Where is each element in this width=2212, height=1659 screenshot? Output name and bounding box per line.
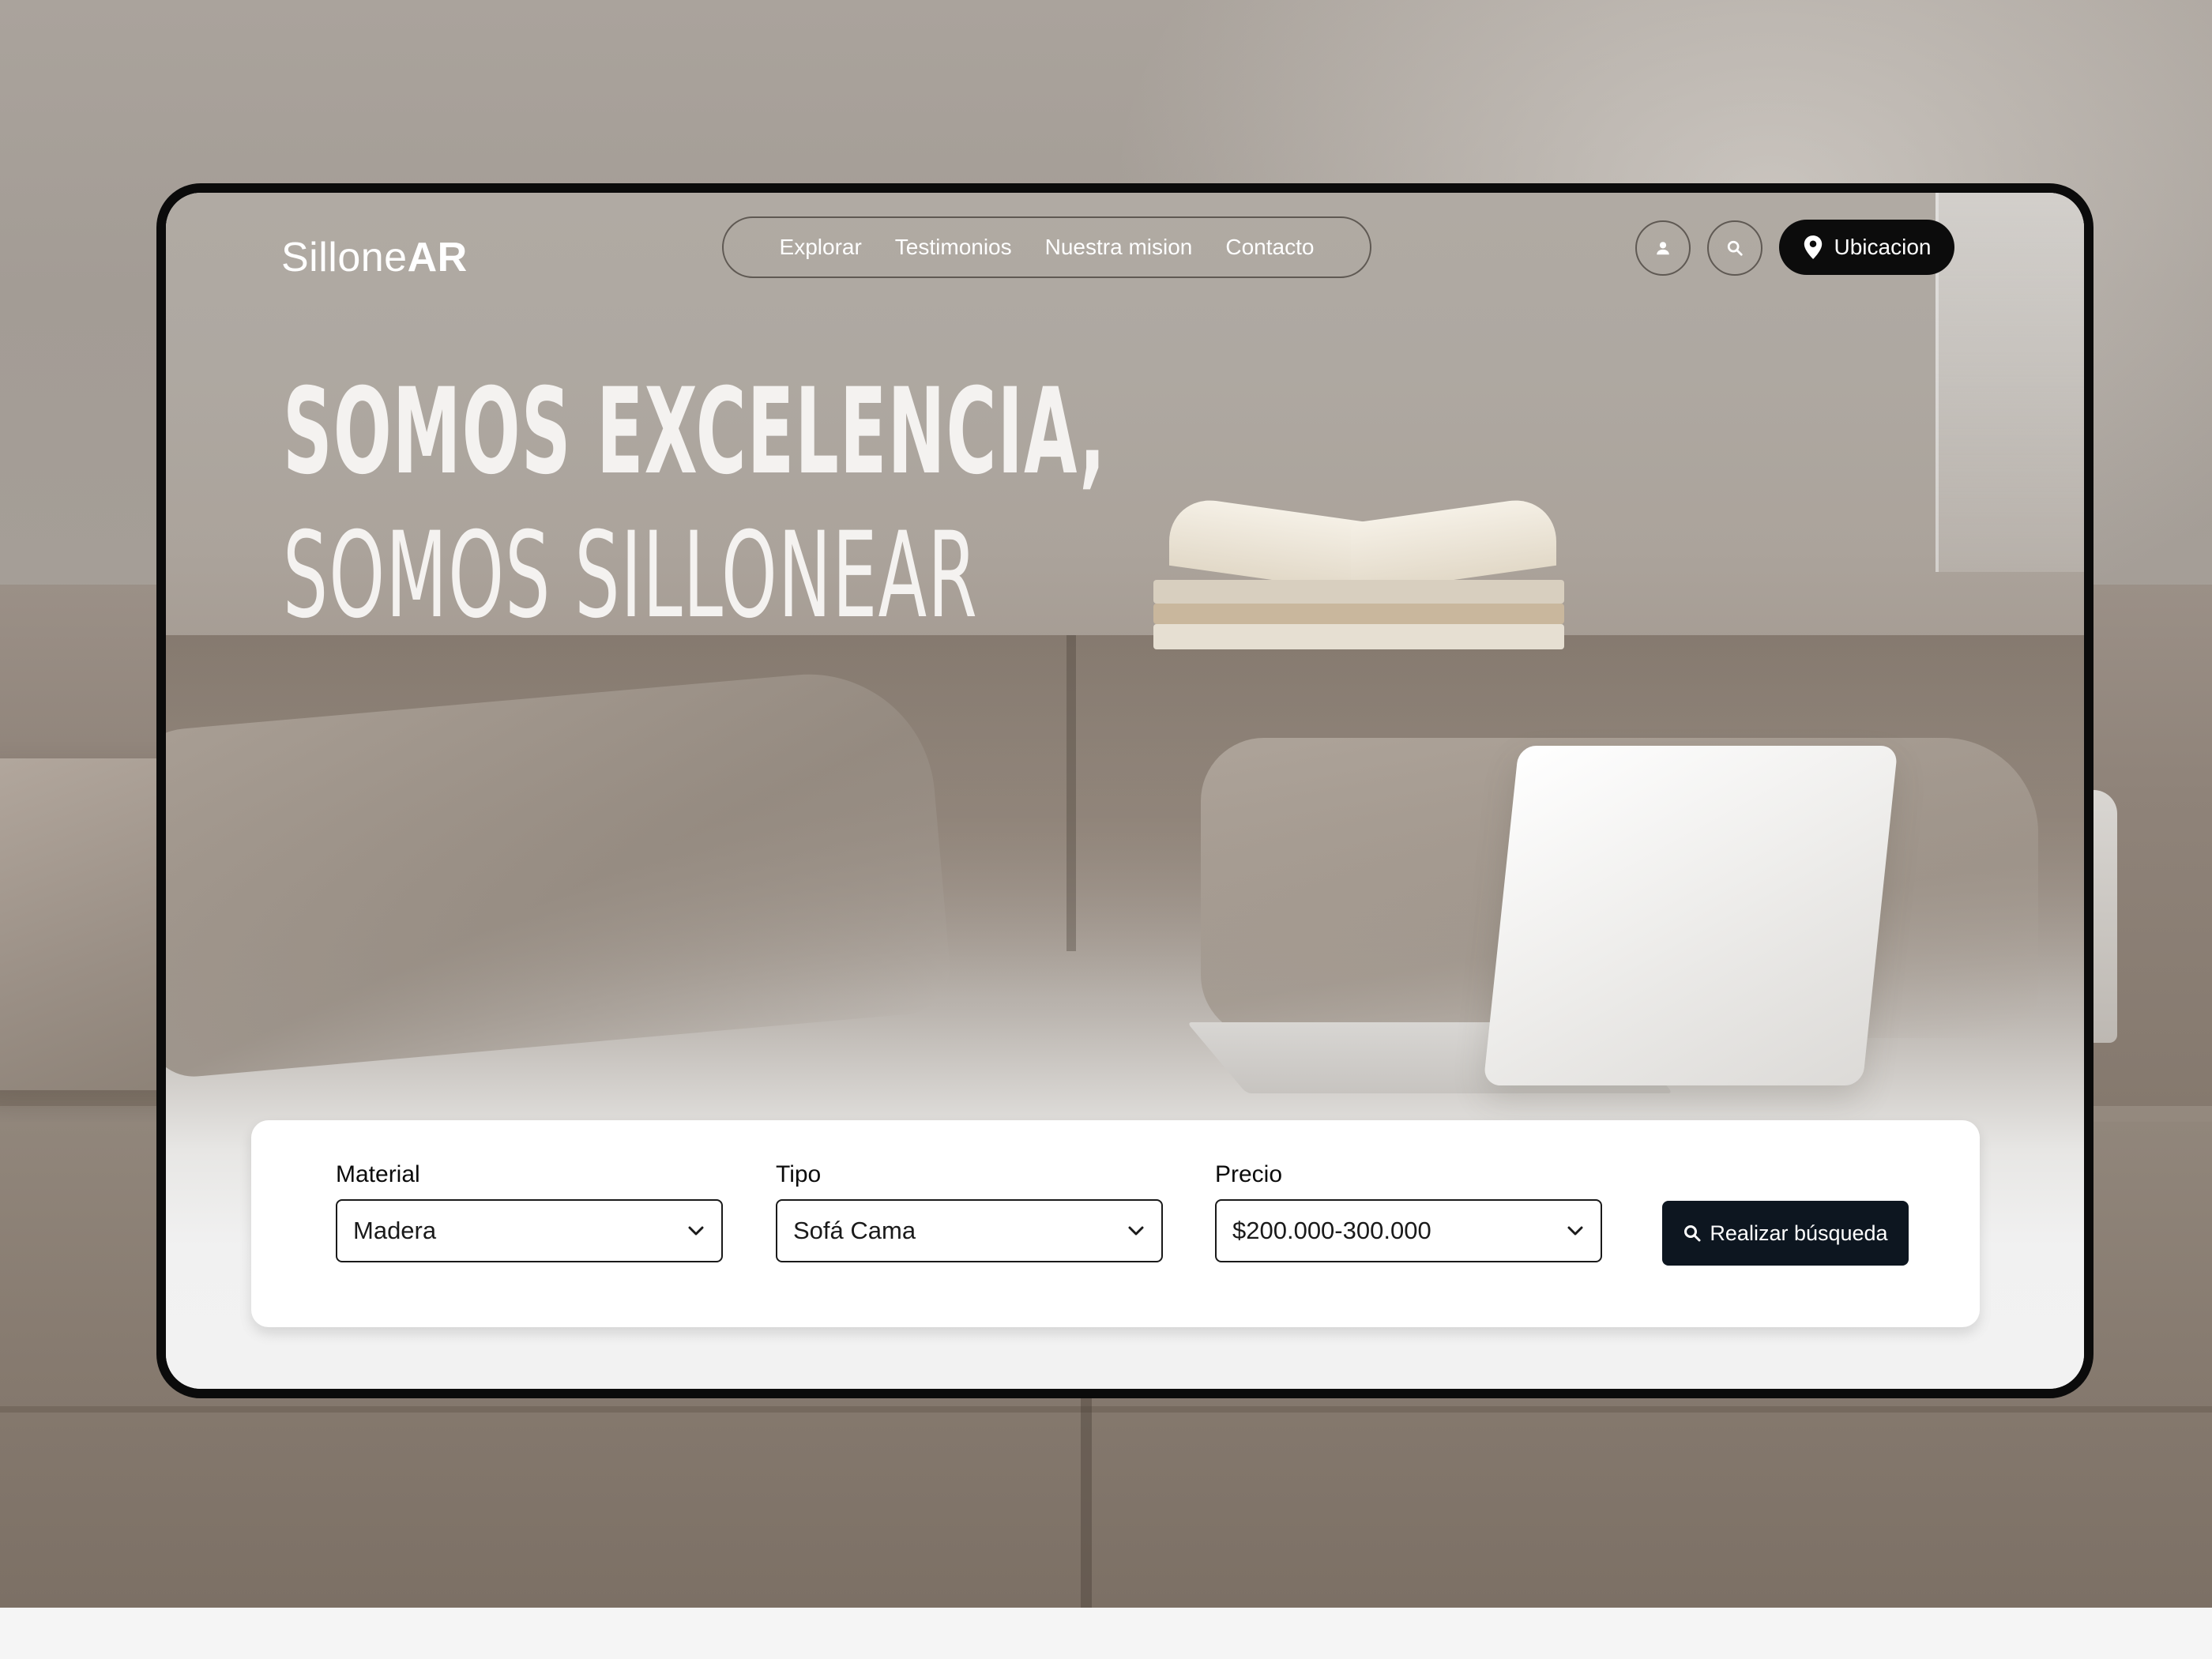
sofa-cushion-line <box>0 1406 2212 1413</box>
location-pin-icon <box>1804 235 1822 259</box>
hero-pillow-left <box>166 664 954 1081</box>
hero-window <box>1936 193 2084 572</box>
user-icon <box>1657 242 1669 255</box>
nav-link-explorar[interactable]: Explorar <box>780 235 862 260</box>
hero-headline-line2: SOMOS SILLONEAR <box>283 507 979 645</box>
material-label: Material <box>336 1161 420 1187</box>
main-nav: Explorar Testimonios Nuestra mision Cont… <box>722 216 1371 278</box>
tipo-field: Tipo Sofá Cama <box>776 1161 1163 1262</box>
nav-link-nuestra-mision[interactable]: Nuestra mision <box>1045 235 1193 260</box>
chevron-down-icon <box>1567 1226 1583 1236</box>
precio-select[interactable]: $200.000-300.000 <box>1215 1199 1602 1262</box>
search-panel: Material Madera Tipo Sofá Cama Precio $2… <box>251 1120 1980 1327</box>
location-button[interactable]: Ubicacion <box>1779 220 1954 275</box>
tipo-label: Tipo <box>776 1161 822 1187</box>
precio-field: Precio $200.000-300.000 <box>1215 1161 1602 1262</box>
tipo-select[interactable]: Sofá Cama <box>776 1199 1163 1262</box>
material-select[interactable]: Madera <box>336 1199 723 1262</box>
website-frame: SilloneAR Explorar Testimonios Nuestra m… <box>156 183 2094 1398</box>
bottom-strip <box>0 1608 2212 1659</box>
hero-sofa-seam <box>1066 635 1076 951</box>
search-toggle-button[interactable] <box>1707 220 1762 276</box>
precio-label: Precio <box>1215 1161 1283 1187</box>
logo[interactable]: SilloneAR <box>281 234 468 281</box>
search-submit-button[interactable]: Realizar búsqueda <box>1662 1201 1909 1266</box>
precio-value: $200.000-300.000 <box>1232 1217 1431 1244</box>
logo-text-bold: AR <box>407 235 468 280</box>
profile-button[interactable] <box>1635 220 1691 276</box>
search-submit-label: Realizar búsqueda <box>1710 1221 1888 1245</box>
tipo-value: Sofá Cama <box>793 1217 916 1244</box>
chevron-down-icon <box>1128 1226 1144 1236</box>
nav-link-testimonios[interactable]: Testimonios <box>895 235 1012 260</box>
hero-laptop <box>1483 746 1898 1085</box>
chevron-down-icon <box>688 1226 704 1236</box>
search-icon <box>1727 240 1743 256</box>
logo-text: Sillone <box>281 235 408 280</box>
location-button-label: Ubicacion <box>1834 235 1932 259</box>
search-icon <box>1684 1225 1701 1242</box>
hero-headline: SOMOS EXCELENCIA, SOMOS SILLONEAR <box>283 360 1702 648</box>
hero-headline-line1: SOMOS EXCELENCIA, <box>283 363 1107 501</box>
material-value: Madera <box>353 1217 437 1244</box>
material-field: Material Madera <box>336 1161 723 1262</box>
nav-link-contacto[interactable]: Contacto <box>1225 235 1314 260</box>
